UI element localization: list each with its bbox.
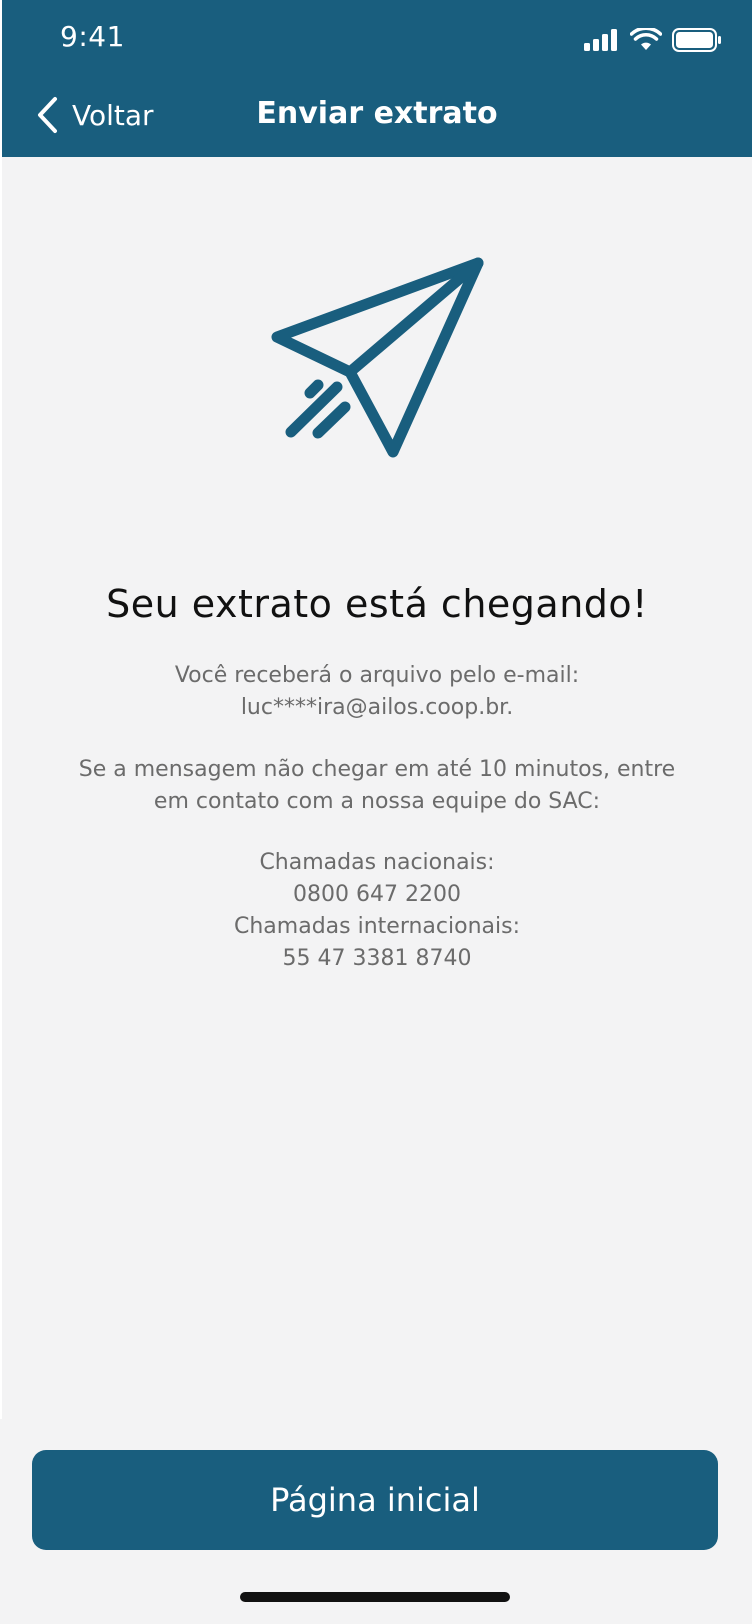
chevron-left-icon <box>38 97 57 133</box>
national-calls-label: Chamadas nacionais: <box>259 850 495 875</box>
main-content: Seu extrato está chegando! Você receberá… <box>2 157 752 1419</box>
battery-icon <box>672 28 721 52</box>
status-icons <box>584 28 722 52</box>
headline: Seu extrato está chegando! <box>106 582 648 626</box>
home-indicator <box>240 1592 510 1602</box>
email-intro-text: Você receberá o arquivo pelo e-mail: <box>174 663 580 688</box>
footer: Página inicial <box>0 1419 752 1624</box>
cellular-signal-icon <box>584 29 617 51</box>
sac-contacts: Chamadas nacionais: 0800 647 2200 Chamad… <box>52 847 702 975</box>
paper-plane-icon <box>271 257 484 458</box>
status-time: 9:41 <box>60 20 125 53</box>
navigation-header: 9:41 Voltar Enviar extrato <box>2 0 752 157</box>
national-phone: 0800 647 2200 <box>293 882 461 907</box>
home-page-button[interactable]: Página inicial <box>32 1450 718 1550</box>
delay-message: Se a mensagem não chegar em até 10 minut… <box>78 757 676 814</box>
back-button[interactable]: Voltar <box>36 96 154 134</box>
international-phone: 55 47 3381 8740 <box>282 946 472 971</box>
wifi-icon <box>630 28 662 50</box>
international-calls-label: Chamadas internacionais: <box>234 914 520 939</box>
email-address: luc****ira@ailos.coop.br. <box>240 695 514 720</box>
screen: 9:41 Voltar Enviar extrato Seu extrato e… <box>0 0 752 1624</box>
email-info: Você receberá o arquivo pelo e-mail: luc… <box>52 660 702 724</box>
back-label: Voltar <box>72 98 154 132</box>
